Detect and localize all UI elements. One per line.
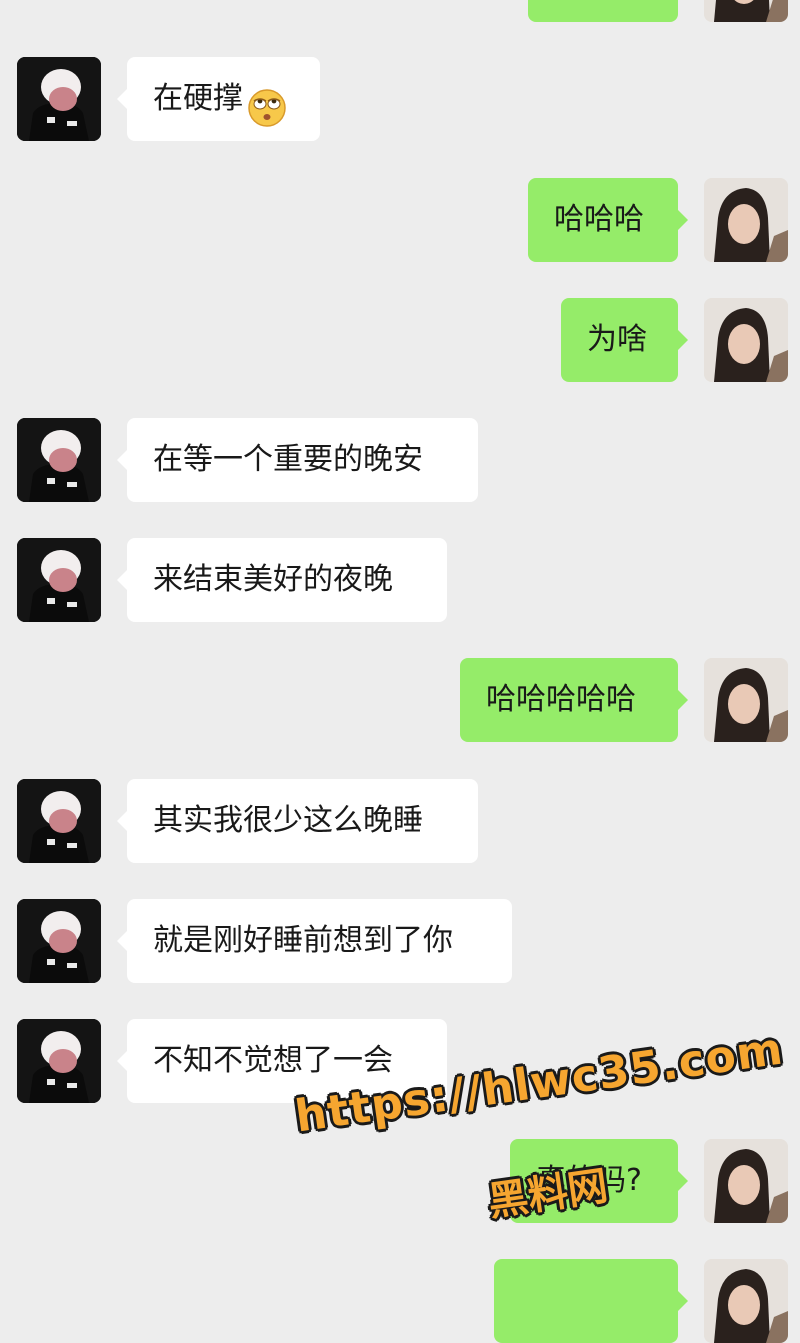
message-bubble[interactable]: 来结束美好的夜晚 [117,538,447,622]
message-text: 在硬撑 [153,81,243,116]
contact-avatar-other[interactable] [17,57,101,141]
message-bubble[interactable]: 在等一个重要的晚安 [117,418,478,502]
message-text: 不知不觉想了一会 [153,1043,393,1078]
message-row-outgoing: 哈哈哈哈哈 [0,658,800,742]
message-bubble[interactable]: 其实我很少这么晚睡 [117,779,478,863]
message-row-incoming: 在等一个重要的晚安 [0,418,800,502]
contact-avatar-self[interactable] [704,1139,788,1223]
message-text: 就是刚好睡前想到了你 [153,923,453,958]
eye-roll-emoji-icon [247,77,287,127]
message-text: 哈哈哈 [554,202,644,237]
message-text: 在等一个重要的晚安 [153,442,423,477]
message-bubble[interactable]: 不知不觉想了一会 [117,1019,447,1103]
message-bubble[interactable]: 为啥 [561,298,688,382]
contact-avatar-other[interactable] [17,779,101,863]
contact-avatar-self[interactable] [704,178,788,262]
message-bubble[interactable]: 在硬撑 [117,57,320,141]
message-text: 真的吗? [536,1163,642,1198]
message-bubble[interactable]: 哈哈哈 [528,178,688,262]
message-row-incoming: 来结束美好的夜晚 [0,538,800,622]
message-row-incoming: 就是刚好睡前想到了你 [0,899,800,983]
message-text: 哈哈哈哈哈 [486,682,636,717]
message-row-outgoing: 为啥 [0,298,800,382]
contact-avatar-other[interactable] [17,1019,101,1103]
message-bubble[interactable] [528,0,678,22]
contact-avatar-other[interactable] [17,418,101,502]
message-text: 来结束美好的夜晚 [153,562,393,597]
message-text: 为啥 [587,322,647,357]
contact-avatar-self[interactable] [704,298,788,382]
contact-avatar-self[interactable] [704,1259,788,1343]
message-row-incoming: 在硬撑 [0,57,800,141]
contact-avatar-other[interactable] [17,538,101,622]
message-row-outgoing: 真的吗? [0,1139,800,1223]
message-row-outgoing [0,0,800,22]
message-row-incoming: 其实我很少这么晚睡 [0,779,800,863]
message-row-incoming: 不知不觉想了一会 [0,1019,800,1103]
message-bubble[interactable]: 真的吗? [510,1139,688,1223]
contact-avatar-self[interactable] [704,658,788,742]
message-row-outgoing: 哈哈哈 [0,178,800,262]
message-text: 其实我很少这么晚睡 [153,803,423,838]
message-bubble[interactable]: 哈哈哈哈哈 [460,658,688,742]
contact-avatar-self[interactable] [704,0,788,22]
contact-avatar-other[interactable] [17,899,101,983]
message-bubble[interactable]: 就是刚好睡前想到了你 [117,899,512,983]
message-bubble[interactable] [494,1259,688,1343]
message-row-outgoing [0,1259,800,1343]
